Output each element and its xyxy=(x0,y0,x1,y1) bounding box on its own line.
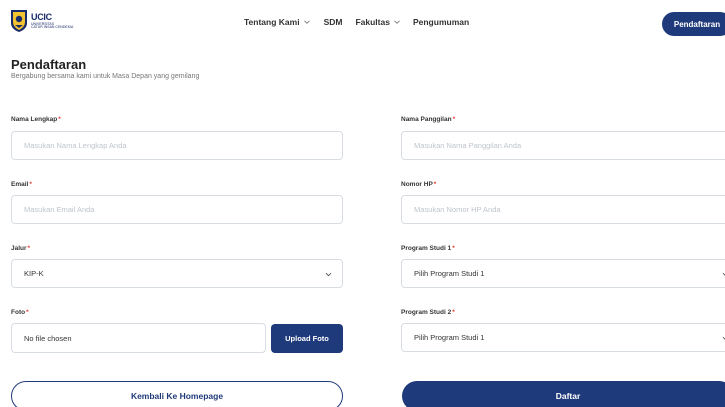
nav-item-label: Tentang Kami xyxy=(244,17,300,27)
nav-item-label: Pengumuman xyxy=(412,17,470,27)
nama-lengkap-label: Nama Lengkap* xyxy=(11,116,61,123)
foto-file-input[interactable]: No file chosen xyxy=(11,323,266,353)
logo-subtext-2: CATUR INSAN CENDEKIA xyxy=(31,25,74,29)
program-studi-1-label: Program Studi 1* xyxy=(401,245,455,252)
ucic-shield-icon xyxy=(11,10,27,32)
nama-panggilan-label: Nama Panggilan* xyxy=(401,116,456,123)
page-title: Pendaftaran xyxy=(11,57,87,72)
nav-item-fakultas[interactable]: Fakultas xyxy=(355,17,401,27)
required-mark: * xyxy=(58,116,61,123)
required-mark: * xyxy=(433,181,437,188)
nav-item-tentang-kami[interactable]: Tentang Kami xyxy=(244,17,311,27)
chevron-down-icon xyxy=(394,20,400,24)
chevron-down-icon xyxy=(303,20,310,24)
nama-panggilan-input[interactable]: Masukan Nama Panggilan Anda xyxy=(401,131,725,160)
foto-label: Foto* xyxy=(11,309,29,316)
pendaftaran-nav-button[interactable]: Pendaftaran xyxy=(662,12,725,36)
program-studi-1-select[interactable]: Pilih Program Studi 1 xyxy=(401,259,725,288)
required-mark: * xyxy=(452,116,456,123)
required-mark: * xyxy=(29,181,32,188)
nav-links: Tentang Kami SDM Fakultas Pengumuman xyxy=(244,17,469,27)
jalur-label: Jalur* xyxy=(11,245,31,252)
email-label: Email* xyxy=(11,181,32,188)
program-studi-2-label: Program Studi 2* xyxy=(401,309,455,316)
nama-lengkap-input[interactable]: Masukan Nama Lengkap Anda xyxy=(11,131,343,160)
kembali-homepage-button[interactable]: Kembali Ke Homepage xyxy=(11,381,343,407)
program-studi-2-selected-value: Pilih Program Studi 1 xyxy=(414,333,485,342)
page-subtitle: Bergabung bersama kami untuk Masa Depan … xyxy=(11,73,200,80)
upload-foto-button[interactable]: Upload Foto xyxy=(271,324,343,353)
file-status-text: No file chosen xyxy=(24,333,72,343)
program-studi-1-selected-value: Pilih Program Studi 1 xyxy=(414,269,485,278)
jalur-select[interactable]: KIP-K xyxy=(11,259,343,288)
nav-item-label: Fakultas xyxy=(355,17,390,27)
logo-text: UCIC xyxy=(31,11,52,22)
daftar-submit-button[interactable]: Daftar xyxy=(402,381,725,407)
chevron-down-icon xyxy=(722,272,725,276)
nomor-hp-input[interactable]: Masukan Nomor HP Anda xyxy=(401,195,725,224)
logo[interactable]: UCIC UNIVERSITAS CATUR INSAN CENDEKIA xyxy=(10,9,73,33)
required-mark: * xyxy=(27,245,31,252)
nav-item-pengumuman[interactable]: Pengumuman xyxy=(413,17,469,27)
required-mark: * xyxy=(452,245,455,252)
nav-item-label: SDM xyxy=(323,17,343,27)
required-mark: * xyxy=(452,309,455,316)
chevron-down-icon xyxy=(722,336,725,340)
nav-item-sdm[interactable]: SDM xyxy=(324,17,343,27)
jalur-selected-value: KIP-K xyxy=(24,269,44,278)
required-mark: * xyxy=(26,309,29,316)
nomor-hp-label: Nomor HP* xyxy=(401,181,437,188)
navbar: UCIC UNIVERSITAS CATUR INSAN CENDEKIA Te… xyxy=(0,0,725,48)
email-input[interactable]: Masukan Email Anda xyxy=(11,195,343,224)
chevron-down-icon xyxy=(325,272,332,277)
program-studi-2-select[interactable]: Pilih Program Studi 1 xyxy=(401,323,725,352)
